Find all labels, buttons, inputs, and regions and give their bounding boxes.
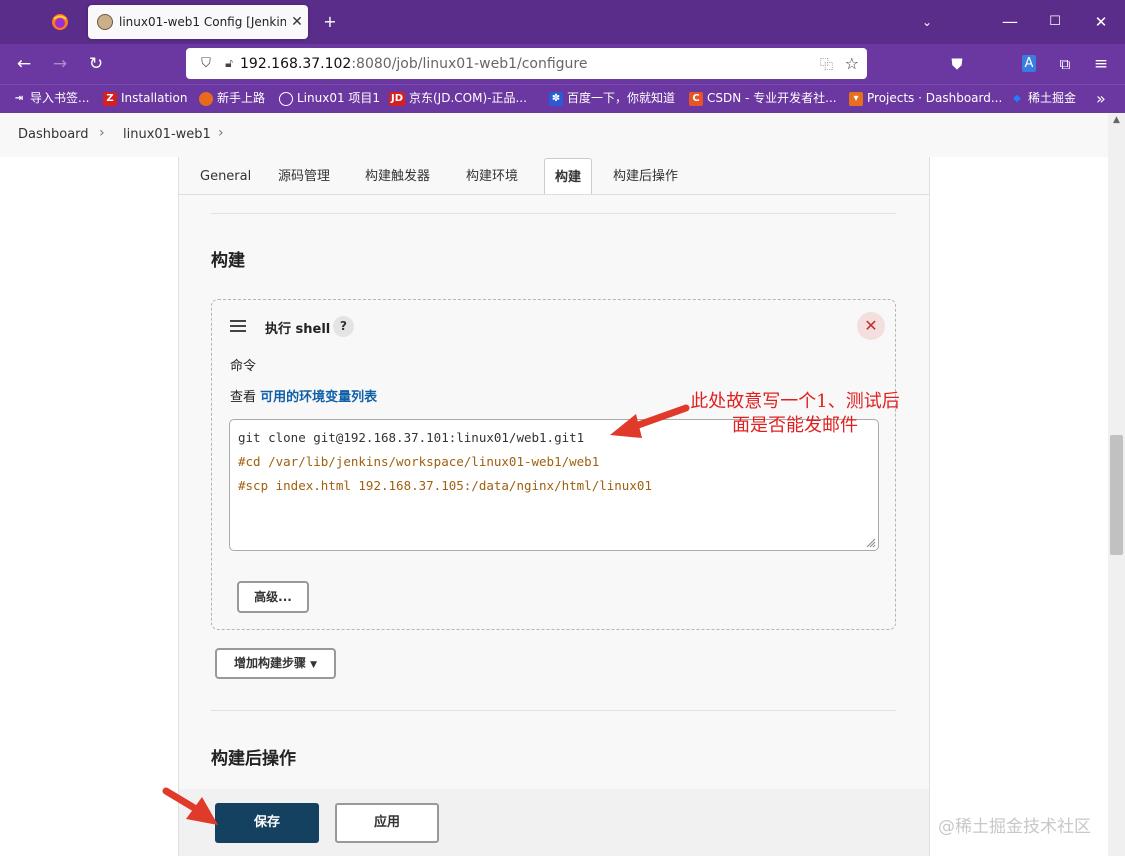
csdn-icon: C	[689, 91, 703, 106]
breadcrumb-dashboard[interactable]: Dashboard	[18, 127, 89, 142]
bookmark-linux01[interactable]: Linux01 项目1	[279, 84, 380, 113]
shield-icon[interactable]: ⛉	[194, 56, 218, 71]
firefox-icon	[199, 91, 213, 106]
bookmark-star-icon[interactable]: ☆	[845, 54, 859, 73]
drag-handle-icon[interactable]	[230, 320, 246, 332]
bookmark-baidu[interactable]: ✽ 百度一下，你就知道	[549, 84, 675, 113]
tab-title: linux01-web1 Config [Jenkins]	[119, 15, 286, 29]
translate-icon[interactable]: ⿻	[820, 54, 833, 73]
tab-post-build[interactable]: 构建后操作	[613, 157, 678, 195]
tab-triggers[interactable]: 构建触发器	[365, 157, 430, 195]
bookmark-juejin[interactable]: ◆ 稀土掘金	[1010, 84, 1076, 113]
section-divider	[211, 710, 896, 711]
maximize-icon[interactable]: ☐	[1040, 0, 1070, 44]
tab-environment[interactable]: 构建环境	[466, 157, 518, 195]
env-vars-hint: 查看 可用的环境变量列表	[230, 386, 377, 405]
menu-hamburger-icon[interactable]: ≡	[1086, 44, 1116, 84]
dropdown-caret-icon: ▼	[310, 660, 318, 670]
tab-scm[interactable]: 源码管理	[278, 157, 330, 195]
back-arrow-icon[interactable]: ←	[9, 44, 39, 84]
breadcrumb-chevron-icon[interactable]: ›	[218, 125, 224, 141]
build-step-title: 执行 shell	[265, 322, 331, 337]
tab-list-chevron-icon[interactable]: ⌄	[912, 0, 942, 44]
forward-arrow-icon[interactable]: →	[45, 44, 75, 84]
jenkins-favicon-icon	[97, 14, 113, 30]
delete-step-button[interactable]: ✕	[857, 312, 885, 340]
add-build-step-button[interactable]: 增加构建步骤 ▼	[215, 648, 336, 679]
firefox-icon[interactable]	[45, 0, 75, 48]
breadcrumb: Dashboard › linux01-web1 ›	[0, 113, 1108, 157]
annotation-arrow-icon	[162, 787, 218, 825]
apply-button[interactable]: 应用	[335, 803, 439, 843]
translate-extension-icon[interactable]: A	[1014, 44, 1044, 84]
zotero-icon: Z	[103, 91, 117, 106]
tab-close-icon[interactable]: ✕	[286, 14, 308, 30]
scroll-up-icon[interactable]: ▲	[1108, 113, 1125, 128]
breadcrumb-job[interactable]: linux01-web1	[123, 127, 211, 142]
tab-general[interactable]: General	[200, 157, 251, 195]
section-heading-post-build: 构建后操作	[211, 749, 296, 769]
gitlab-fox-icon: ▾	[849, 91, 863, 106]
scrollbar-thumb[interactable]	[1110, 435, 1123, 555]
globe-icon	[279, 91, 293, 106]
close-window-icon[interactable]: ✕	[1086, 0, 1116, 44]
advanced-button[interactable]: 高级...	[237, 581, 309, 613]
juejin-icon: ◆	[1013, 92, 1021, 104]
jd-icon: JD	[389, 91, 405, 106]
browser-tab-active[interactable]: linux01-web1 Config [Jenkins] ✕	[88, 5, 308, 39]
bookmark-csdn[interactable]: C CSDN - 专业开发者社...	[689, 84, 837, 113]
import-icon: ⇥	[14, 92, 24, 104]
env-vars-link[interactable]: 可用的环境变量列表	[260, 390, 377, 405]
tab-build[interactable]: 构建	[544, 158, 592, 195]
new-tab-button[interactable]: +	[315, 0, 345, 44]
reload-icon[interactable]: ↻	[81, 44, 111, 84]
command-textarea[interactable]: git clone git@192.168.37.101:linux01/web…	[229, 419, 879, 551]
bookmarks-overflow-chevron-icon[interactable]: »	[1096, 84, 1106, 113]
bookmark-installation[interactable]: Z Installation	[103, 84, 187, 113]
command-line: #scp index.html 192.168.37.105:/data/ngi…	[238, 478, 652, 493]
bookmark-import[interactable]: ⇥ 导入书签...	[12, 84, 90, 113]
section-heading-build: 构建	[211, 251, 245, 271]
annotation-arrow-icon	[610, 404, 690, 438]
bookmark-getting-started[interactable]: 新手上路	[199, 84, 265, 113]
insecure-lock-icon[interactable]: 🔓︎	[218, 56, 240, 71]
minimize-icon[interactable]: —	[995, 0, 1025, 44]
command-line: git clone git@192.168.37.101:linux01/web…	[238, 430, 585, 445]
command-line: #cd /var/lib/jenkins/workspace/linux01-w…	[238, 454, 600, 469]
save-button[interactable]: 保存	[215, 803, 319, 843]
pocket-icon[interactable]: ⛊	[942, 44, 972, 84]
baidu-paw-icon: ✽	[549, 91, 563, 106]
bookmark-gitlab[interactable]: ▾ Projects · Dashboard...	[849, 84, 1002, 113]
env-prefix: 查看	[230, 390, 257, 405]
watermark: @稀土掘金技术社区	[938, 817, 1091, 837]
bookmark-jd[interactable]: JD 京东(JD.COM)-正品...	[389, 84, 527, 113]
breadcrumb-chevron-icon: ›	[99, 125, 105, 141]
annotation-note: 此处故意写一个1、测试后面是否能发邮件	[690, 391, 900, 436]
resize-grip-icon[interactable]	[864, 536, 876, 548]
command-label: 命令	[230, 359, 257, 374]
help-icon[interactable]: ?	[333, 316, 354, 337]
tab-divider	[179, 194, 929, 195]
address-bar[interactable]: ⛉ 🔓︎ 192.168.37.102:8080/job/linux01-web…	[186, 48, 867, 79]
section-divider	[211, 213, 896, 214]
url-path: :8080/job/linux01-web1/configure	[351, 55, 588, 72]
extensions-icon[interactable]: ⧉	[1050, 44, 1080, 84]
url-host: 192.168.37.102	[240, 55, 352, 72]
